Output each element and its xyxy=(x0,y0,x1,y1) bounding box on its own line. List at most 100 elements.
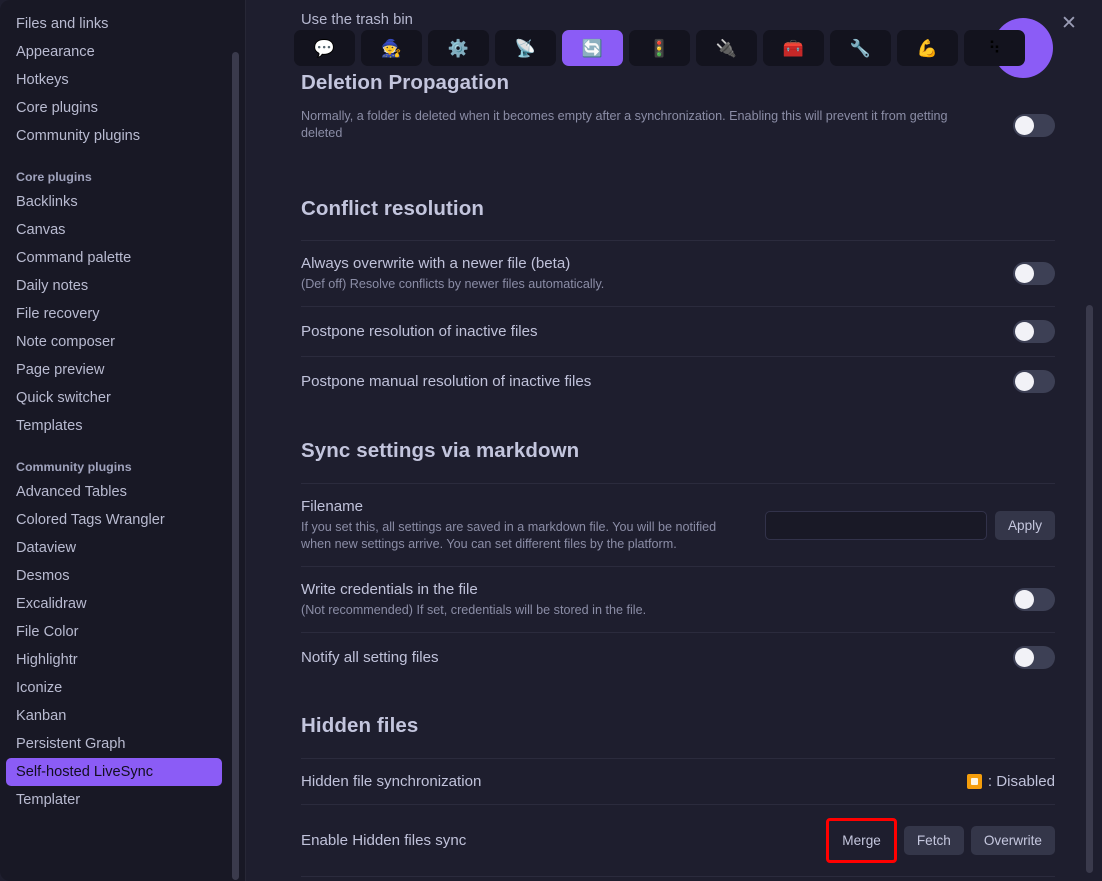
row-description: Normally, a folder is deleted when it be… xyxy=(301,109,948,140)
tab-toolbox[interactable]: 🧰 xyxy=(763,30,824,66)
toggle-always-overwrite-newer[interactable] xyxy=(1013,262,1055,285)
settings-content: Deletion Propagation Normally, a folder … xyxy=(246,66,1102,881)
row-postpone-resolution: Postpone resolution of inactive files xyxy=(301,306,1055,356)
sidebar-item-core-plugins[interactable]: Core plugins xyxy=(6,94,222,122)
tab-remote-database[interactable]: 📡 xyxy=(495,30,556,66)
row-deletion-propagation: Normally, a folder is deleted when it be… xyxy=(301,95,1055,155)
row-scan-hidden-files: Scan hidden files periodically Seconds, … xyxy=(301,876,1055,881)
sidebar-group-heading: Core plugins xyxy=(16,170,92,184)
row-notify-setting-files: Notify all setting files xyxy=(301,632,1055,682)
row-info: Filename If you set this, all settings a… xyxy=(301,497,733,553)
row-label: Postpone resolution of inactive files xyxy=(301,323,538,340)
filename-input[interactable] xyxy=(764,510,987,540)
clipped-setting-label: Use the trash bin xyxy=(301,12,413,28)
toggle-postpone-manual-resolution[interactable] xyxy=(1013,370,1055,393)
toggle-postpone-resolution[interactable] xyxy=(1013,320,1055,343)
tab-hatch[interactable]: 💪 xyxy=(897,30,958,66)
sidebar-item-community-plugins[interactable]: Community plugins xyxy=(6,122,222,150)
row-control xyxy=(1013,646,1055,669)
section-title-deletion-propagation: Deletion Propagation xyxy=(301,71,510,94)
satellite-icon: 📡 xyxy=(514,38,537,58)
toggle-deletion-propagation[interactable] xyxy=(1013,113,1055,137)
tab-power-saving[interactable]: 🔌 xyxy=(696,30,757,66)
sidebar-item-appearance[interactable]: Appearance xyxy=(6,38,222,66)
sidebar-item-file-recovery[interactable]: File recovery xyxy=(6,300,222,328)
sidebar-item-dataview[interactable]: Dataview xyxy=(6,534,222,562)
sidebar-item-canvas[interactable]: Canvas xyxy=(6,216,222,244)
tab-setup-wizard[interactable]: 🧙 xyxy=(361,30,422,66)
sidebar-item-templates[interactable]: Templates xyxy=(6,412,222,440)
sidebar-item-kanban[interactable]: Kanban xyxy=(6,702,222,730)
row-label: Always overwrite with a newer file (beta… xyxy=(301,255,571,272)
flexed-biceps-icon: 💪 xyxy=(916,38,939,58)
tab-general-settings[interactable]: ⚙️ xyxy=(428,30,489,66)
row-control xyxy=(1013,262,1055,285)
sidebar-item-command-palette[interactable]: Command palette xyxy=(6,244,222,272)
tab-selector[interactable]: 🚦 xyxy=(629,30,690,66)
row-label: Write credentials in the file xyxy=(301,581,478,598)
close-icon[interactable]: ✕ xyxy=(1052,6,1086,40)
sidebar-item-daily-notes[interactable]: Daily notes xyxy=(6,272,222,300)
sidebar-item-persistent-graph[interactable]: Persistent Graph xyxy=(6,730,222,758)
row-info: Postpone resolution of inactive files xyxy=(301,322,538,341)
row-info: Write credentials in the file (Not recom… xyxy=(301,580,646,619)
row-control xyxy=(1013,320,1055,343)
settings-window: EditorFiles and linksAppearanceHotkeysCo… xyxy=(0,0,1102,881)
overwrite-button[interactable]: Overwrite xyxy=(970,826,1055,855)
gear-icon: ⚙️ xyxy=(447,38,470,58)
row-control xyxy=(1013,113,1055,137)
sidebar-item-desmos[interactable]: Desmos xyxy=(6,562,222,590)
wrench-icon: 🔧 xyxy=(849,38,872,58)
fetch-button[interactable]: Fetch xyxy=(903,826,964,855)
sidebar-item-self-hosted-livesync[interactable]: Self-hosted LiveSync xyxy=(6,758,222,786)
row-label: Hidden file synchronization xyxy=(301,773,482,790)
section-title-sync-markdown: Sync settings via markdown xyxy=(301,439,580,462)
status-badge: : Disabled xyxy=(966,773,1055,790)
tab-advanced[interactable]: ⠳ xyxy=(964,30,1025,66)
sidebar-item-hotkeys[interactable]: Hotkeys xyxy=(6,66,222,94)
settings-sidebar: EditorFiles and linksAppearanceHotkeysCo… xyxy=(0,0,246,881)
content-scrollbar[interactable] xyxy=(1086,305,1093,873)
tab-sync-settings[interactable]: 🔄 xyxy=(562,30,623,66)
row-hidden-file-synchronization: Hidden file synchronization : Disabled xyxy=(301,758,1055,804)
toggle-write-credentials[interactable] xyxy=(1013,588,1055,611)
merge-button-highlight: Merge xyxy=(826,818,897,863)
row-filename: Filename If you set this, all settings a… xyxy=(301,483,1055,566)
sidebar-item-templater[interactable]: Templater xyxy=(6,786,222,814)
row-description: (Not recommended) If set, credentials wi… xyxy=(301,603,647,617)
sidebar-scrollbar[interactable] xyxy=(232,52,239,880)
braille-dice-icon: ⠳ xyxy=(988,38,1001,58)
sidebar-list: EditorFiles and linksAppearanceHotkeysCo… xyxy=(0,0,245,814)
status-square-icon xyxy=(966,774,982,789)
row-description: If you set this, all settings are saved … xyxy=(301,520,717,551)
row-info: Always overwrite with a newer file (beta… xyxy=(301,254,604,293)
sidebar-item-page-preview[interactable]: Page preview xyxy=(6,356,222,384)
sidebar-item-note-composer[interactable]: Note composer xyxy=(6,328,222,356)
sidebar-item-highlightr[interactable]: Highlightr xyxy=(6,646,222,674)
row-control: Merge Fetch Overwrite xyxy=(826,818,1055,863)
sidebar-item-backlinks[interactable]: Backlinks xyxy=(6,188,222,216)
tab-maintenance[interactable]: 🔧 xyxy=(830,30,891,66)
row-label: Filename xyxy=(301,498,364,515)
row-write-credentials: Write credentials in the file (Not recom… xyxy=(301,566,1055,632)
sidebar-item-colored-tags-wrangler[interactable]: Colored Tags Wrangler xyxy=(6,506,222,534)
sidebar-item-advanced-tables[interactable]: Advanced Tables xyxy=(6,478,222,506)
toggle-notify-setting-files[interactable] xyxy=(1013,646,1055,669)
apply-button[interactable]: Apply xyxy=(994,510,1055,540)
row-label: Postpone manual resolution of inactive f… xyxy=(301,373,592,390)
sidebar-item-quick-switcher[interactable]: Quick switcher xyxy=(6,384,222,412)
tab-chat[interactable]: 💬 xyxy=(294,30,355,66)
section-title-conflict-resolution: Conflict resolution xyxy=(301,197,484,220)
row-info: Notify all setting files xyxy=(301,648,439,667)
sidebar-item-iconize[interactable]: Iconize xyxy=(6,674,222,702)
sidebar-item-file-color[interactable]: File Color xyxy=(6,618,222,646)
sidebar-item-excalidraw[interactable]: Excalidraw xyxy=(6,590,222,618)
merge-button[interactable]: Merge xyxy=(834,826,889,855)
sidebar-item-files-and-links[interactable]: Files and links xyxy=(6,10,222,38)
sidebar-group-heading: Community plugins xyxy=(16,460,132,474)
row-control xyxy=(1013,588,1055,611)
traffic-light-icon: 🚦 xyxy=(648,38,671,58)
sidebar-item-editor[interactable]: Editor xyxy=(6,0,222,10)
